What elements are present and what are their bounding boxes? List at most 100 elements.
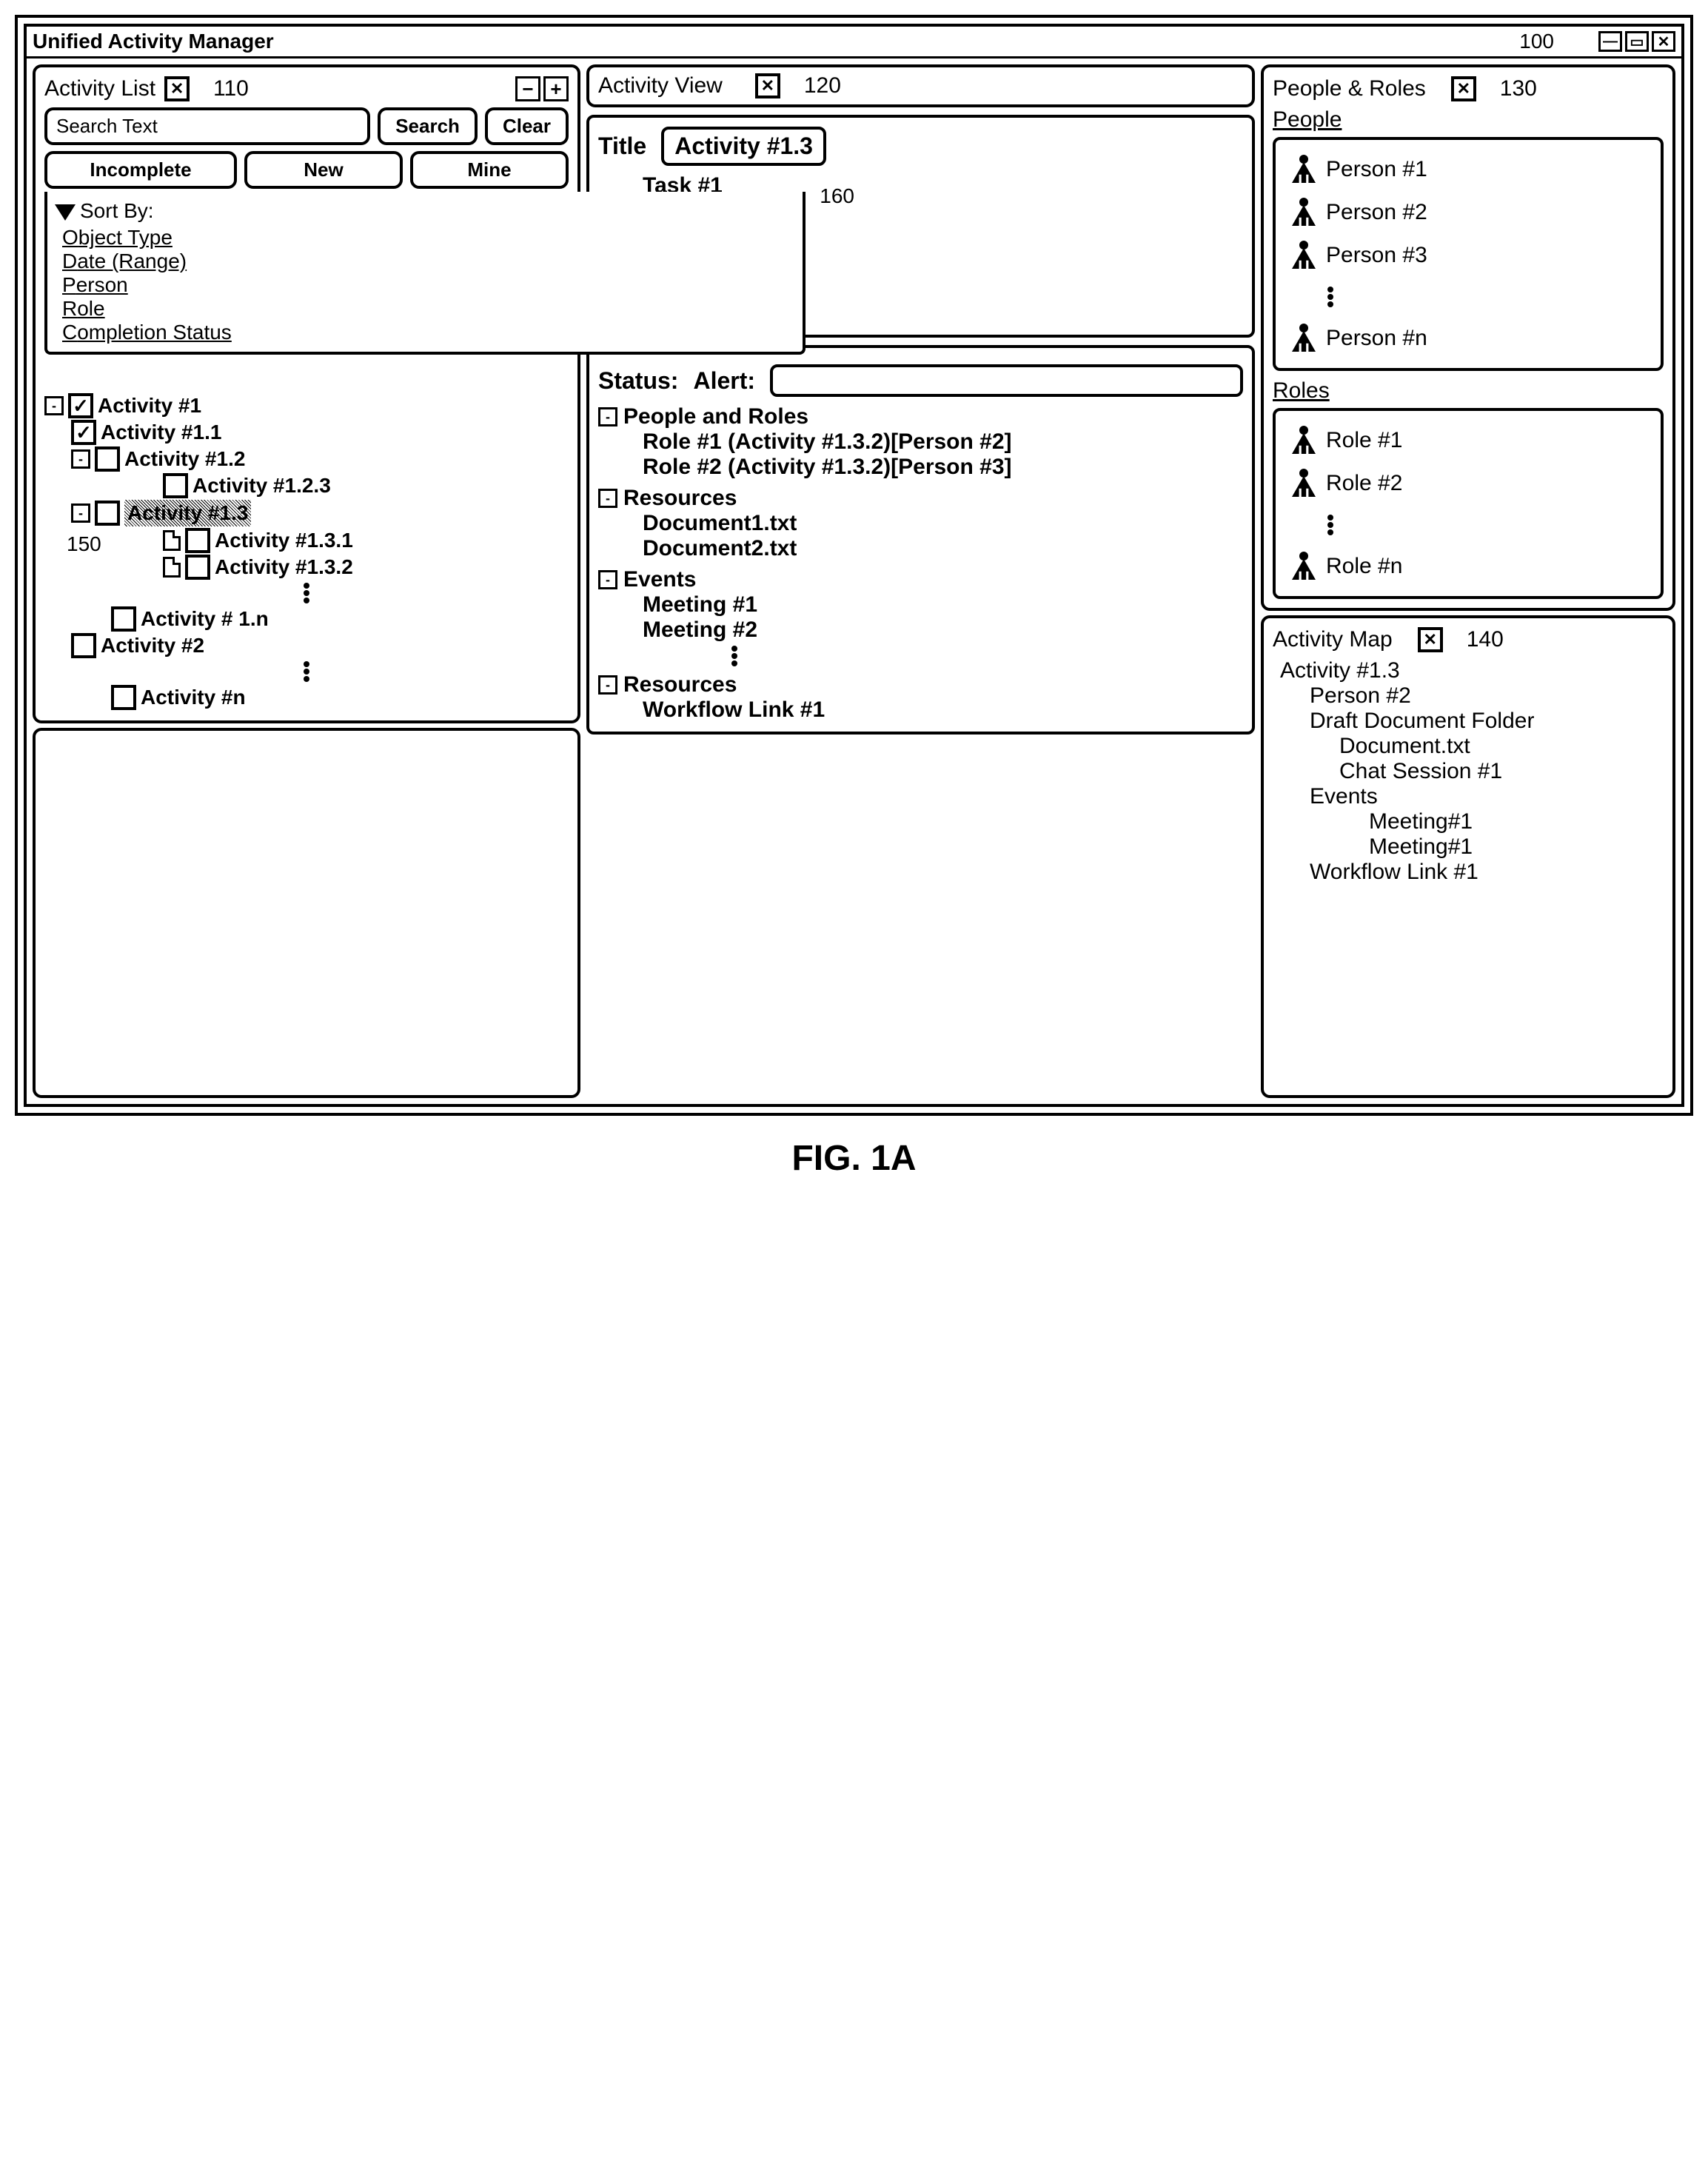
search-input[interactable]: Search Text [44, 107, 370, 145]
person-icon [1290, 324, 1317, 353]
section-toggle-icon[interactable]: - [598, 675, 617, 695]
section-toggle-icon[interactable]: - [598, 489, 617, 508]
window-controls: — ▭ ✕ [1598, 31, 1675, 52]
sort-completion-status[interactable]: Completion Status [62, 321, 795, 344]
right-column: People & Roles ✕ 130 People Person #1 Pe… [1261, 64, 1675, 1098]
person-n[interactable]: Person #n [1326, 326, 1427, 351]
left-column: Activity List ✕ 110 − + Search Text Sear… [33, 64, 580, 1098]
filter-sort-panel: 160 Sort By: Object Type Date (Range) Pe… [44, 192, 806, 355]
ref-120: 120 [804, 73, 841, 98]
checkbox[interactable] [71, 633, 96, 658]
clear-button[interactable]: Clear [485, 107, 569, 145]
panel-close-icon[interactable]: ✕ [755, 73, 780, 98]
dropdown-icon[interactable] [55, 204, 76, 221]
checkbox[interactable] [111, 685, 136, 710]
resources-section[interactable]: Resources [623, 486, 737, 511]
meeting-1[interactable]: Meeting #1 [643, 592, 1243, 618]
map-person[interactable]: Person #2 [1310, 683, 1664, 709]
resources-section-2[interactable]: Resources [623, 672, 737, 697]
title-label: Title [598, 133, 646, 160]
activity-1-3-2[interactable]: Activity #1.3.2 [215, 555, 353, 579]
sort-date-range[interactable]: Date (Range) [62, 250, 795, 273]
ref-160: 160 [820, 184, 854, 208]
incomplete-button[interactable]: Incomplete [44, 151, 237, 189]
mine-button[interactable]: Mine [410, 151, 569, 189]
people-roles-panel: People & Roles ✕ 130 People Person #1 Pe… [1261, 64, 1675, 611]
activity-1-2-3[interactable]: Activity #1.2.3 [192, 474, 331, 498]
main-content: Activity List ✕ 110 − + Search Text Sear… [27, 58, 1681, 1104]
tree-toggle-icon[interactable]: - [71, 449, 90, 469]
sort-object-type[interactable]: Object Type [62, 226, 795, 250]
title-value: Activity #1.3 [661, 127, 826, 166]
section-toggle-icon[interactable]: - [598, 570, 617, 589]
tree-toggle-icon[interactable]: - [44, 396, 64, 415]
activity-1-3-selected[interactable]: Activity #1.3 [124, 500, 251, 526]
people-roles-section[interactable]: People and Roles [623, 404, 808, 429]
search-button[interactable]: Search [378, 107, 478, 145]
collapse-icon[interactable]: − [515, 76, 540, 101]
role-2[interactable]: Role #2 [1326, 471, 1402, 496]
person-3[interactable]: Person #3 [1326, 243, 1427, 268]
role-icon [1290, 469, 1317, 498]
person-icon [1290, 155, 1317, 184]
checkbox[interactable] [185, 528, 210, 553]
map-events[interactable]: Events [1310, 784, 1664, 809]
sort-by-label: Sort By: [80, 199, 154, 222]
section-toggle-icon[interactable]: - [598, 407, 617, 426]
expand-icon[interactable]: + [543, 76, 569, 101]
role-1[interactable]: Role #1 (Activity #1.3.2)[Person #2] [643, 429, 1243, 455]
panel-close-icon[interactable]: ✕ [1418, 627, 1443, 652]
checkbox[interactable] [95, 446, 120, 472]
checkbox[interactable] [185, 555, 210, 580]
activity-n[interactable]: Activity #n [141, 686, 246, 709]
workflow-link[interactable]: Workflow Link #1 [643, 697, 1243, 723]
activity-1-3-1[interactable]: Activity #1.3.1 [215, 529, 353, 552]
activity-tree: - Activity #1 Activity #1.1 - Activity #1.… [44, 393, 569, 710]
panel-close-icon[interactable]: ✕ [164, 76, 190, 101]
map-activity[interactable]: Activity #1.3 [1280, 658, 1664, 683]
map-document[interactable]: Document.txt [1339, 734, 1664, 759]
panel-close-icon[interactable]: ✕ [1451, 76, 1476, 101]
person-icon [1290, 198, 1317, 227]
activity-1-2[interactable]: Activity #1.2 [124, 447, 245, 471]
new-button[interactable]: New [244, 151, 403, 189]
role-icon [1290, 552, 1317, 581]
minimize-icon[interactable]: — [1598, 31, 1622, 52]
events-section[interactable]: Events [623, 567, 696, 592]
role-1[interactable]: Role #1 [1326, 428, 1402, 453]
activity-2[interactable]: Activity #2 [101, 634, 204, 657]
ref-140: 140 [1467, 627, 1504, 652]
checkbox[interactable] [95, 501, 120, 526]
map-folder[interactable]: Draft Document Folder [1310, 709, 1664, 734]
checkbox[interactable] [163, 473, 188, 498]
person-1[interactable]: Person #1 [1326, 157, 1427, 182]
status-label: Status: [598, 367, 678, 395]
meeting-2[interactable]: Meeting #2 [643, 618, 1243, 643]
activity-1[interactable]: Activity #1 [98, 394, 201, 418]
activity-map-title: Activity Map [1273, 627, 1393, 652]
map-meeting-2[interactable]: Meeting#1 [1369, 834, 1664, 860]
activity-map-panel: Activity Map ✕ 140 Activity #1.3 Person … [1261, 615, 1675, 1098]
map-workflow[interactable]: Workflow Link #1 [1310, 860, 1664, 885]
close-icon[interactable]: ✕ [1652, 31, 1675, 52]
activity-1-n[interactable]: Activity # 1.n [141, 607, 269, 631]
document-2[interactable]: Document2.txt [643, 536, 1243, 561]
app-window: Unified Activity Manager 100 — ▭ ✕ Activ… [24, 24, 1684, 1107]
person-2[interactable]: Person #2 [1326, 200, 1427, 225]
map-chat[interactable]: Chat Session #1 [1339, 759, 1664, 784]
activity-view-title: Activity View [598, 73, 723, 98]
document-1[interactable]: Document1.txt [643, 511, 1243, 536]
checkbox-checked[interactable] [68, 393, 93, 418]
role-2[interactable]: Role #2 (Activity #1.3.2)[Person #3] [643, 455, 1243, 480]
map-meeting-1[interactable]: Meeting#1 [1369, 809, 1664, 834]
window-title: Unified Activity Manager [33, 30, 1475, 53]
role-n[interactable]: Role #n [1326, 554, 1402, 579]
checkbox[interactable] [111, 606, 136, 632]
checkbox-checked[interactable] [71, 420, 96, 445]
sort-person[interactable]: Person [62, 273, 795, 297]
maximize-icon[interactable]: ▭ [1625, 31, 1649, 52]
ref-130: 130 [1500, 76, 1537, 101]
activity-1-1[interactable]: Activity #1.1 [101, 421, 221, 444]
tree-toggle-icon[interactable]: - [71, 503, 90, 523]
sort-role[interactable]: Role [62, 297, 795, 321]
